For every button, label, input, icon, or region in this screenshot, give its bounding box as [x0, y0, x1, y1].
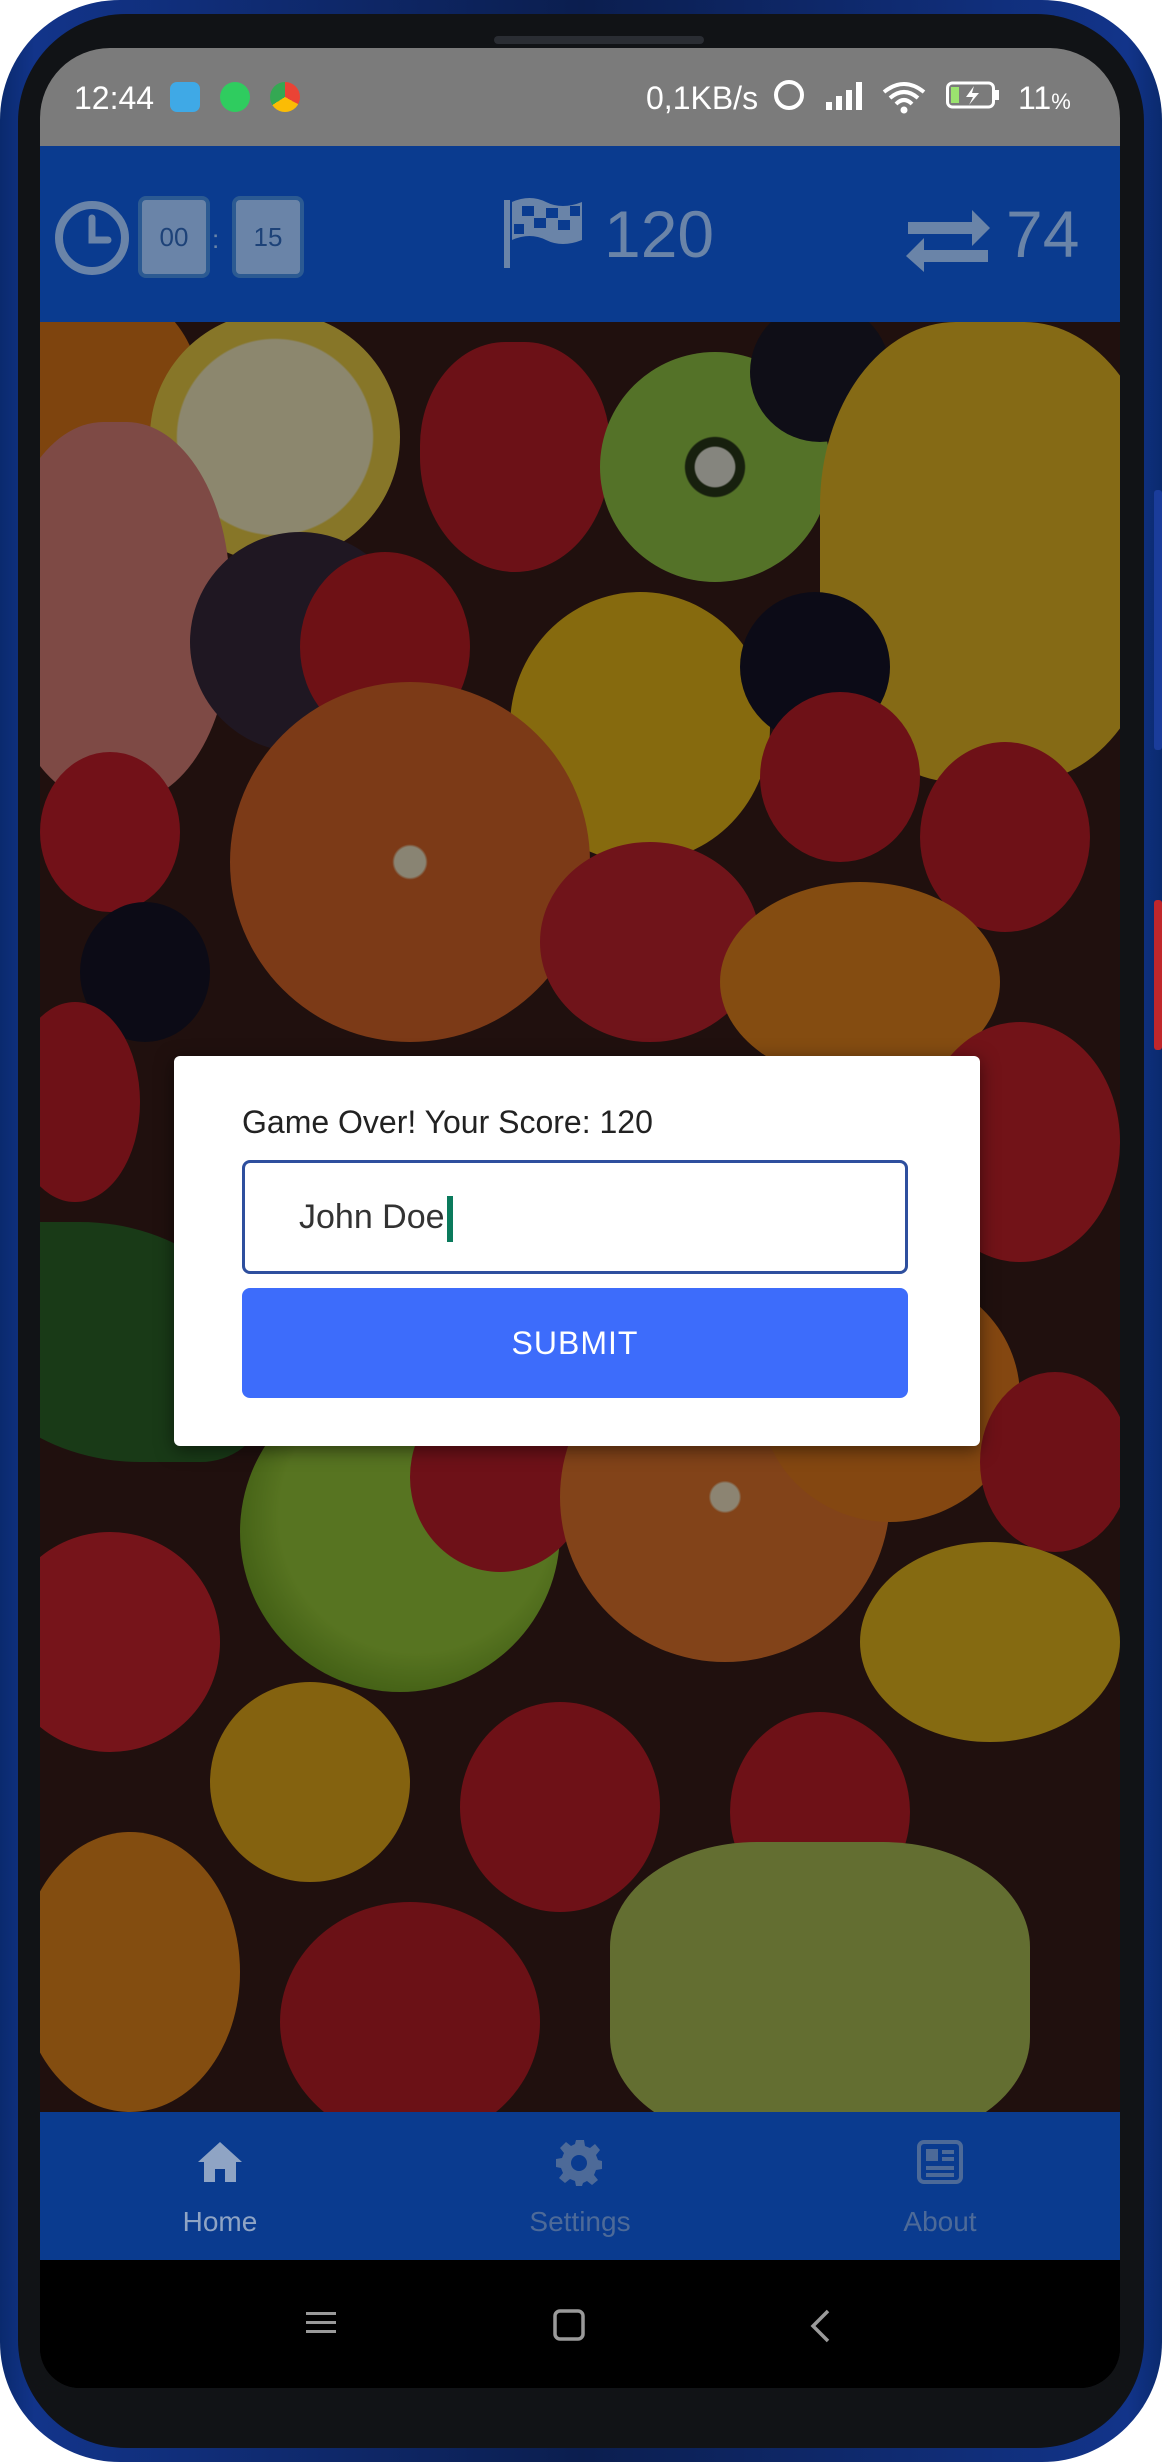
gear-icon [556, 2140, 602, 2186]
timer-minutes: 00 [138, 196, 210, 278]
status-bar: 12:44 0,1KB/s 11% [40, 48, 1120, 146]
about-icon [917, 2140, 963, 2184]
timer-seconds: 15 [232, 196, 304, 278]
recent-apps-icon[interactable] [304, 2308, 338, 2338]
submit-button[interactable]: SUBMIT [242, 1288, 908, 1398]
nav-item-home[interactable]: Home [40, 2112, 400, 2260]
power-button [1154, 900, 1162, 1050]
bottom-navigation: Home Settings About [40, 2112, 1120, 2260]
game-over-message: Game Over! Your Score: 120 [242, 1104, 653, 1140]
alarm-icon [774, 80, 804, 110]
nav-label-settings: Settings [529, 2206, 631, 2237]
nav-label-home: Home [182, 2206, 258, 2237]
whatsapp-icon [220, 82, 250, 112]
game-stats-bar: 00 : 15 120 74 [40, 146, 1120, 322]
nav-item-about[interactable]: About [760, 2112, 1120, 2260]
network-speed: 0,1KB/s [646, 80, 759, 116]
timer-separator: : [212, 224, 220, 254]
phone-frame: 12:44 0,1KB/s 11% 00: 15 120 74 Game Ov… [0, 0, 1162, 2462]
clock-icon [55, 201, 129, 275]
score-value: 120 [604, 197, 715, 271]
nav-item-settings[interactable]: Settings [400, 2112, 760, 2260]
moves-value: 74 [1006, 197, 1080, 271]
volume-button [1154, 490, 1162, 750]
earpiece-speaker [494, 36, 704, 44]
player-name-value: John Doe [299, 1198, 445, 1236]
player-name-input[interactable]: John Doe [242, 1160, 908, 1274]
game-over-dialog: Game Over! Your Score: 120 John Doe SUBM… [174, 1056, 980, 1446]
wifi-icon [882, 82, 926, 114]
system-navigation-bar [40, 2260, 1120, 2388]
swap-arrows-icon [906, 210, 990, 272]
checkered-flag-icon [504, 198, 582, 268]
chrome-icon [270, 82, 300, 112]
screen: 12:44 0,1KB/s 11% 00: 15 120 74 Game Ov… [40, 48, 1120, 2388]
home-icon [198, 2142, 242, 2182]
text-cursor [446, 1196, 453, 1243]
back-icon[interactable] [808, 2308, 832, 2344]
battery-percent: 11% [1018, 80, 1071, 116]
battery-icon [946, 81, 999, 109]
telegram-icon [170, 82, 200, 112]
home-system-icon[interactable] [552, 2308, 586, 2342]
signal-icon [826, 82, 862, 110]
status-time: 12:44 [74, 80, 155, 116]
nav-label-about: About [903, 2206, 977, 2237]
